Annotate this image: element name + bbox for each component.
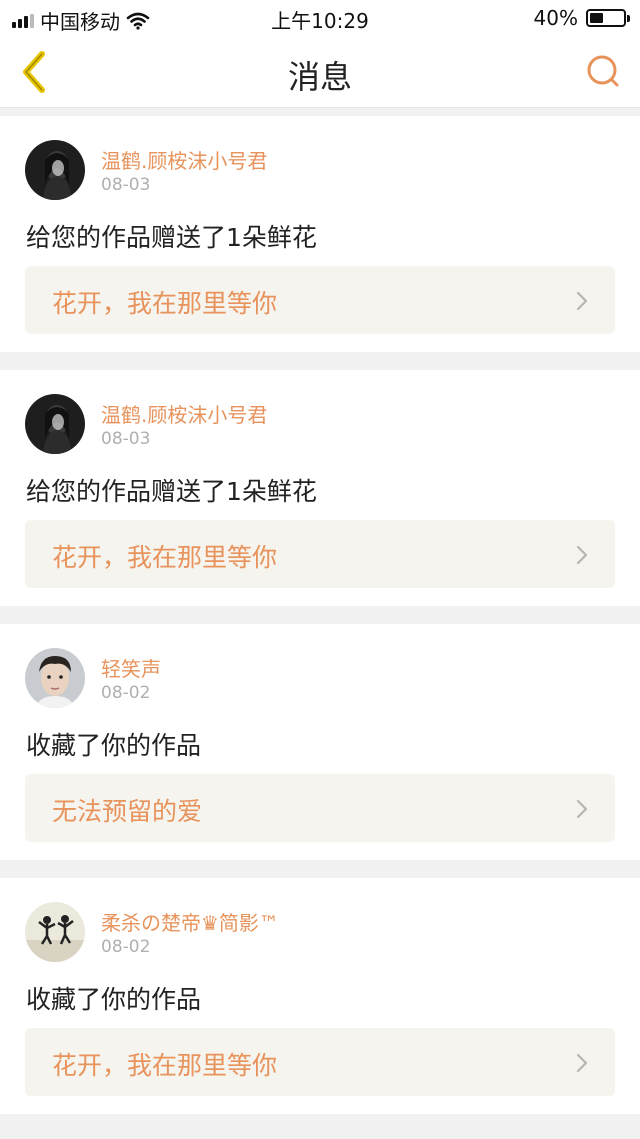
avatar[interactable] (25, 902, 85, 962)
user-name[interactable]: 温鹤.顾桉沫小号君 (101, 399, 267, 428)
message-card: 温鹤.顾桉沫小号君 08-03 给您的作品赠送了1朵鲜花花开，我在那里等你 (0, 116, 640, 352)
message-card: 柔杀の楚帝♛简影™ 08-02 收藏了你的作品花开，我在那里等你 (0, 878, 640, 1114)
message-card: 温鹤.顾桉沫小号君 08-03 给您的作品赠送了1朵鲜花花开，我在那里等你 (0, 370, 640, 606)
battery-fill (590, 13, 603, 23)
work-title: 花开，我在那里等你 (52, 543, 278, 572)
status-right: 40% (533, 6, 630, 30)
message-date: 08-02 (101, 683, 151, 703)
chevron-left-icon[interactable] (14, 48, 54, 96)
message-date: 08-03 (101, 429, 151, 449)
message-list: 温鹤.顾桉沫小号君 08-03 给您的作品赠送了1朵鲜花 花开，我在那里等你 温鹤.顾桉… (0, 116, 640, 1132)
user-name[interactable]: 轻笑声 (101, 653, 161, 682)
work-title: 花开，我在那里等你 (52, 289, 278, 318)
search-icon[interactable] (584, 52, 624, 92)
message-text: 给您的作品赠送了1朵鲜花 (26, 223, 317, 252)
work-title: 花开，我在那里等你 (52, 1051, 278, 1080)
message-card: 轻笑声 08-02 收藏了你的作品无法预留的爱 (0, 624, 640, 860)
avatar[interactable] (25, 140, 85, 200)
chevron-right-icon (576, 1053, 588, 1073)
battery-icon (586, 9, 630, 27)
user-name[interactable]: 柔杀の楚帝♛简影™ (101, 907, 279, 936)
message-date: 08-02 (101, 937, 151, 957)
message-text: 收藏了你的作品 (26, 985, 202, 1014)
user-name[interactable]: 温鹤.顾桉沫小号君 (101, 145, 267, 174)
battery-percent: 40% (533, 6, 578, 30)
chevron-right-icon (576, 799, 588, 819)
work-link[interactable]: 花开，我在那里等你 (25, 1028, 615, 1096)
message-date: 08-03 (101, 175, 151, 195)
nav-bar: 消息 (0, 36, 640, 108)
work-link[interactable]: 花开，我在那里等你 (25, 266, 615, 334)
message-text: 收藏了你的作品 (26, 731, 202, 760)
avatar[interactable] (25, 648, 85, 708)
page-title: 消息 (287, 58, 352, 96)
work-link[interactable]: 花开，我在那里等你 (25, 520, 615, 588)
avatar[interactable] (25, 394, 85, 454)
message-text: 给您的作品赠送了1朵鲜花 (26, 477, 317, 506)
chevron-right-icon (576, 291, 588, 311)
chevron-right-icon (576, 545, 588, 565)
work-link[interactable]: 无法预留的爱 (25, 774, 615, 842)
status-bar: 中国移动 上午10:29 40% (0, 0, 640, 36)
work-title: 无法预留的爱 (52, 797, 203, 826)
